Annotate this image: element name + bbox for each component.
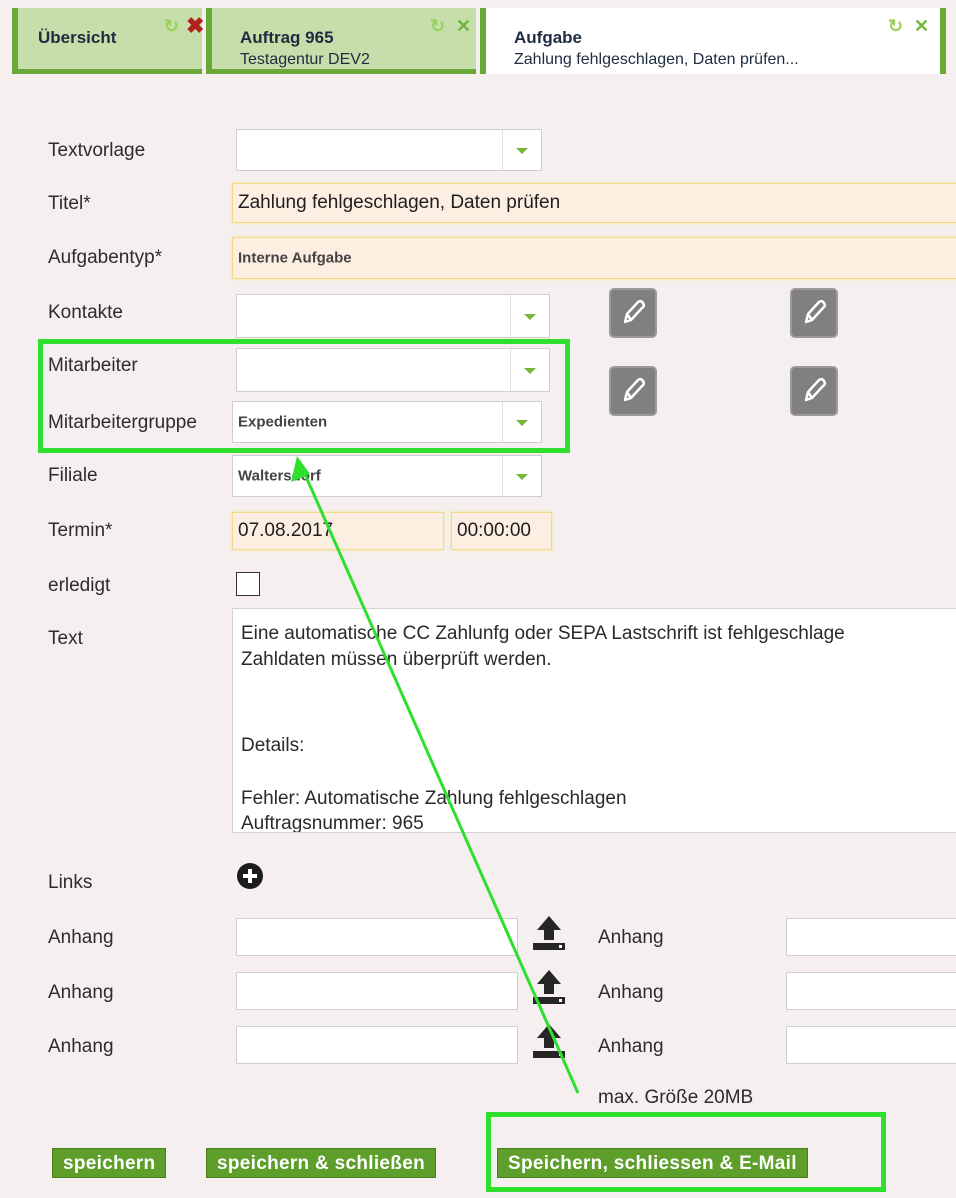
filiale-value: Waltersdorf [238, 467, 321, 485]
mitarbeitergruppe-select[interactable]: Expedienten [232, 401, 542, 443]
aufgabentyp-label: Aufgabentyp* [48, 247, 163, 268]
refresh-icon[interactable]: ↻ [888, 16, 903, 37]
edit-mitarbeiter-button[interactable] [609, 366, 657, 416]
text-line: Auftragsnummer: 965 [241, 813, 424, 833]
edit-mitarbeiter-2-button[interactable] [790, 366, 838, 416]
close-icon[interactable]: ✕ [914, 16, 929, 37]
mitarbeiter-select[interactable] [236, 348, 550, 392]
chevron-down-icon[interactable] [502, 402, 541, 442]
tab-aufgabe[interactable]: Aufgabe Zahlung fehlgeschlagen, Daten pr… [480, 8, 946, 74]
edit-icon [623, 377, 646, 402]
links-label: Links [48, 872, 93, 893]
plus-circle-icon[interactable] [237, 863, 263, 889]
edit-icon [804, 377, 827, 402]
text-line: Zahldaten müssen überprüft werden. [241, 649, 552, 670]
titel-input[interactable]: Zahlung fehlgeschlagen, Daten prüfen [232, 183, 956, 223]
edit-kontakte-button[interactable] [609, 288, 657, 338]
chevron-down-icon[interactable] [510, 349, 549, 391]
anhang-input-3[interactable] [236, 1026, 518, 1064]
termin-time-input[interactable]: 00:00:00 [451, 512, 552, 550]
text-line: Eine automatische CC Zahlunfg oder SEPA … [241, 623, 845, 644]
tab-title: Auftrag 965 [240, 28, 334, 47]
titel-label: Titel* [48, 193, 91, 214]
textvorlage-select[interactable] [236, 129, 542, 171]
tab-subtitle: Testagentur DEV2 [240, 51, 370, 68]
anhang-input-1[interactable] [236, 918, 518, 956]
anhang-input-2[interactable] [236, 972, 518, 1010]
mitarbeiter-label: Mitarbeiter [48, 355, 138, 376]
edit-kontakte-2-button[interactable] [790, 288, 838, 338]
text-line: Details: [241, 735, 305, 756]
save-button[interactable]: speichern [52, 1148, 167, 1178]
text-textarea[interactable]: Eine automatische CC Zahlunfg oder SEPA … [232, 608, 956, 833]
mitarbeitergruppe-value: Expedienten [238, 413, 328, 431]
tab-subtitle: Zahlung fehlgeschlagen, Daten prüfen... [514, 51, 799, 68]
anhang-label: Anhang [48, 982, 114, 1003]
anhang-label-right: Anhang [598, 1036, 664, 1057]
save-close-button[interactable]: speichern & schließen [206, 1148, 436, 1178]
chevron-down-icon[interactable] [502, 130, 541, 170]
close-icon[interactable]: ✕ [456, 16, 471, 37]
filiale-label: Filiale [48, 465, 98, 486]
erledigt-checkbox[interactable] [236, 572, 260, 596]
edit-icon [804, 299, 827, 324]
filiale-select[interactable]: Waltersdorf [232, 455, 542, 497]
anhang-label-right: Anhang [598, 982, 664, 1003]
anhang-input-6[interactable] [786, 1026, 956, 1064]
kontakte-label: Kontakte [48, 302, 123, 323]
anhang-input-5[interactable] [786, 972, 956, 1010]
chevron-down-icon[interactable] [510, 295, 549, 337]
termin-time-value: 00:00:00 [457, 520, 531, 541]
anhang-label-right: Anhang [598, 927, 664, 948]
tab-auftrag[interactable]: Auftrag 965 Testagentur DEV2 ↻ ✕ [206, 8, 476, 74]
aufgabentyp-value: Interne Aufgabe [238, 249, 352, 267]
anhang-input-4[interactable] [786, 918, 956, 956]
refresh-icon[interactable]: ↻ [430, 16, 445, 37]
close-icon[interactable]: ✖ [186, 13, 204, 39]
upload-icon[interactable] [529, 1020, 569, 1060]
annotation-arrow [291, 456, 580, 1094]
refresh-icon[interactable]: ↻ [164, 16, 179, 37]
text-label: Text [48, 628, 83, 649]
textvorlage-label: Textvorlage [48, 140, 146, 161]
anhang-label: Anhang [48, 927, 114, 948]
max-size-hint: max. Größe 20MB [598, 1087, 754, 1108]
tab-title: Aufgabe [514, 28, 582, 47]
upload-icon[interactable] [529, 966, 569, 1006]
tab-uebersicht[interactable]: Übersicht ↻ ✖ [12, 8, 204, 74]
upload-icon[interactable] [529, 912, 569, 952]
chevron-down-icon[interactable] [502, 456, 541, 496]
termin-date-value: 07.08.2017 [238, 520, 334, 541]
kontakte-select[interactable] [236, 294, 550, 338]
anhang-label: Anhang [48, 1036, 114, 1057]
tab-title: Übersicht [38, 28, 117, 47]
aufgabentyp-select[interactable]: Interne Aufgabe [232, 237, 956, 279]
text-line: Fehler: Automatische Zahlung fehlgeschla… [241, 788, 627, 809]
tab-bar: Übersicht ↻ ✖ Auftrag 965 Testagentur DE… [0, 0, 956, 76]
titel-value: Zahlung fehlgeschlagen, Daten prüfen [238, 192, 561, 213]
termin-date-input[interactable]: 07.08.2017 [232, 512, 444, 550]
edit-icon [623, 299, 646, 324]
erledigt-label: erledigt [48, 575, 111, 596]
termin-label: Termin* [48, 520, 113, 541]
mitarbeitergruppe-label: Mitarbeitergruppe [48, 412, 197, 433]
save-close-email-button[interactable]: Speichern, schliessen & E-Mail [497, 1148, 808, 1178]
